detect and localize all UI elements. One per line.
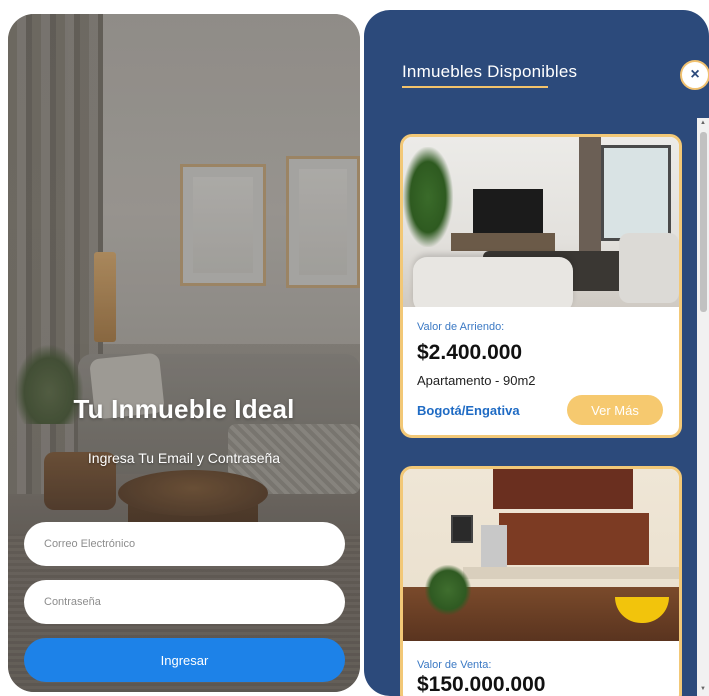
backsplash — [499, 513, 649, 565]
password-field[interactable] — [24, 580, 345, 624]
property-card[interactable]: Valor de Venta: $150.000.000 — [400, 466, 682, 696]
scrollbar-thumb[interactable] — [700, 132, 707, 312]
tv-stand — [451, 233, 555, 251]
counter — [463, 567, 679, 579]
scroll-up-icon[interactable]: ▲ — [700, 120, 706, 126]
property-photo — [403, 137, 679, 307]
login-button[interactable]: Ingresar — [24, 638, 345, 682]
price-value: $2.400.000 — [417, 341, 523, 364]
title-underline — [402, 86, 548, 88]
property-photo — [403, 469, 679, 641]
login-screen: Tu Inmueble Ideal Ingresa Tu Email y Con… — [8, 14, 360, 692]
sofa — [619, 233, 679, 303]
panel-title: Inmuebles Disponibles — [402, 62, 578, 81]
curtain — [579, 137, 601, 257]
listings-panel: Inmuebles Disponibles × Valor de Arriend… — [364, 10, 709, 696]
close-button[interactable]: × — [680, 60, 709, 90]
window — [601, 145, 671, 241]
see-more-button[interactable]: Ver Más — [567, 395, 663, 425]
email-field[interactable] — [24, 522, 345, 566]
property-type: Apartamento - 90m2 — [417, 373, 536, 388]
plant — [425, 565, 471, 615]
close-icon: × — [690, 66, 700, 83]
price-label: Valor de Venta: — [417, 659, 492, 671]
price-label: Valor de Arriendo: — [417, 321, 505, 333]
sofa — [413, 257, 573, 307]
login-subtitle: Ingresa Tu Email y Contraseña — [87, 450, 281, 466]
cabinets — [493, 469, 633, 509]
wall-picture — [451, 515, 473, 543]
scroll-down-icon[interactable]: ▼ — [700, 686, 706, 692]
property-card[interactable]: Valor de Arriendo: $2.400.000 Apartament… — [400, 134, 682, 438]
property-location: Bogotá/Engativa — [417, 403, 520, 418]
tv — [473, 189, 543, 233]
login-title: Tu Inmueble Ideal — [73, 394, 295, 424]
plant — [403, 147, 453, 247]
price-value: $150.000.000 — [417, 673, 546, 696]
